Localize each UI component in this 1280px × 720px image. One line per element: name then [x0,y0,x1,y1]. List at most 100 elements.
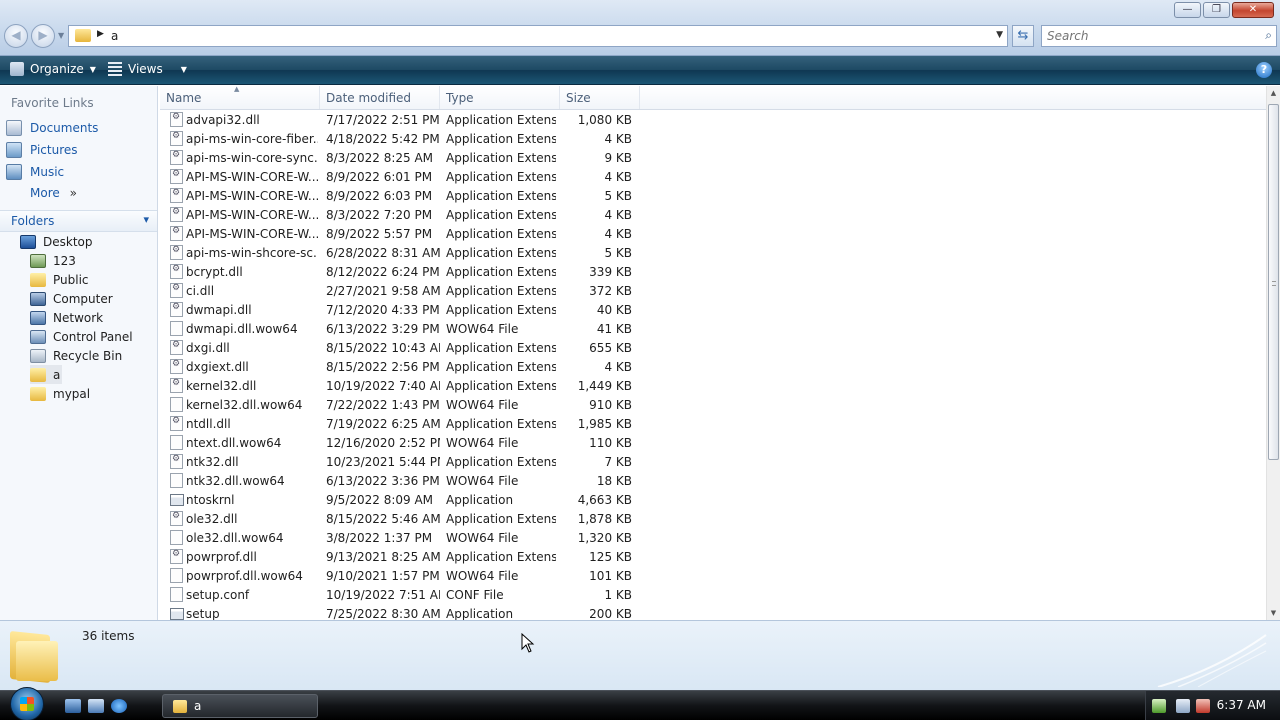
tree-item-mypal[interactable]: mypal [30,384,90,403]
tree-item-computer[interactable]: Computer [30,289,113,308]
file-row[interactable]: ole32.dll 8/15/2022 5:46 AM Application Ex… [160,509,640,528]
network-status-icon[interactable] [1176,699,1190,713]
file-row[interactable]: ntdll.dll 7/19/2022 6:25 AM Application Ex… [160,414,640,433]
forward-arrow-icon: ▶ [38,28,48,42]
details-pane: 36 items [0,620,1280,690]
recent-pages-dropdown[interactable]: ▼ [58,31,64,40]
scroll-thumb[interactable] [1268,104,1279,460]
column-header-type[interactable]: Type [440,86,560,109]
dll-icon [170,226,183,241]
file-date-modified: 7/12/2020 4:33 PM [326,303,440,317]
address-dropdown-icon[interactable]: ▼ [996,30,1003,40]
file-row[interactable]: api-ms-win-core-fiber... 4/18/2022 5:42 P… [160,129,640,148]
file-row[interactable]: API-MS-WIN-CORE-W... 8/9/2022 5:57 PM Appl… [160,224,640,243]
file-type: Application Extens... [446,170,556,184]
app-icon [170,494,184,506]
file-row[interactable]: ntoskrnl 9/5/2022 8:09 AM Application 4,663… [160,490,640,509]
help-button[interactable]: ? [1256,62,1272,78]
file-row[interactable]: powrprof.dll 9/13/2021 8:25 AM Application… [160,547,640,566]
column-header-name[interactable]: Name ▲ [160,86,320,109]
internet-explorer-icon[interactable] [111,699,127,713]
dll-icon [170,359,183,374]
file-row[interactable]: dxgi.dll 8/15/2022 10:43 AM Application Ex… [160,338,640,357]
file-row[interactable]: API-MS-WIN-CORE-W... 8/9/2022 6:01 PM Appl… [160,167,640,186]
close-button[interactable]: ✕ [1232,2,1274,18]
vertical-scrollbar[interactable]: ▲ ▼ [1266,86,1280,620]
file-row[interactable]: dwmapi.dll.wow64 6/13/2022 3:29 PM WOW64 F… [160,319,640,338]
file-row[interactable]: ntk32.dll 10/23/2021 5:44 PM Application E… [160,452,640,471]
favorite-music[interactable]: Music [6,162,154,182]
file-type: Application Extens... [446,132,556,146]
file-row[interactable]: dwmapi.dll 7/12/2020 4:33 PM Application E… [160,300,640,319]
views-button[interactable]: Views ▼ [108,62,187,76]
switch-windows-icon[interactable] [88,699,104,713]
column-header-size[interactable]: Size [560,86,640,109]
tree-item-123[interactable]: 123 [30,251,76,270]
minimize-button[interactable]: — [1174,2,1201,18]
volume-muted-icon[interactable] [1196,699,1210,713]
favorite-pictures[interactable]: Pictures [6,140,154,160]
file-row[interactable]: ole32.dll.wow64 3/8/2022 1:37 PM WOW64 Fil… [160,528,640,547]
file-date-modified: 6/13/2022 3:29 PM [326,322,440,336]
file-size: 1,080 KB [577,113,632,127]
file-type: Application Extens... [446,341,556,355]
file-row[interactable]: advapi32.dll 7/17/2022 2:51 PM Application… [160,110,640,129]
scroll-up-arrow-icon[interactable]: ▲ [1267,86,1280,100]
organize-label: Organize [30,62,84,76]
security-shield-icon[interactable] [1152,699,1166,713]
address-bar[interactable]: ▶ a ▼ [68,25,1008,47]
search-icon[interactable]: ⌕ [1265,28,1272,43]
search-box[interactable]: ⌕ [1041,25,1277,47]
file-row[interactable]: setup.conf 10/19/2022 7:51 AM CONF File 1 K… [160,585,640,604]
breadcrumb-separator-icon[interactable]: ▶ [97,29,104,39]
show-desktop-icon[interactable] [65,699,81,713]
organize-button[interactable]: Organize ▼ [10,62,96,76]
back-button[interactable]: ◀ [4,24,28,48]
favorite-documents[interactable]: Documents [6,118,154,138]
tree-item-recycle-bin[interactable]: Recycle Bin [30,346,122,365]
tree-label: Recycle Bin [53,348,123,363]
tree-item-a[interactable]: a [30,365,62,384]
tree-item-desktop[interactable]: Desktop [20,232,93,251]
file-icon [170,435,183,450]
tree-item-public[interactable]: Public [30,270,89,289]
file-row[interactable]: api-ms-win-core-sync... 8/3/2022 8:25 AM A… [160,148,640,167]
file-row[interactable]: bcrypt.dll 8/12/2022 6:24 PM Application E… [160,262,640,281]
file-name: powrprof.dll.wow64 [186,569,303,583]
column-header-date[interactable]: Date modified [320,86,440,109]
maximize-button[interactable]: ❐ [1203,2,1230,18]
dll-icon [170,416,183,431]
forward-button[interactable]: ▶ [31,24,55,48]
refresh-button[interactable]: ⇆ [1012,25,1034,47]
file-date-modified: 4/18/2022 5:42 PM [326,132,440,146]
file-icon [170,587,183,602]
file-date-modified: 2/27/2021 9:58 AM [326,284,440,298]
file-row[interactable]: setup 7/25/2022 8:30 AM Application 200 KB [160,604,640,620]
favorite-label: Documents [30,121,99,135]
more-favorites-link[interactable]: More » [30,186,77,200]
scroll-down-arrow-icon[interactable]: ▼ [1267,606,1280,620]
file-row[interactable]: ntk32.dll.wow64 6/13/2022 3:36 PM WOW64 Fi… [160,471,640,490]
file-row[interactable]: kernel32.dll.wow64 7/22/2022 1:43 PM WOW64… [160,395,640,414]
file-size: 655 KB [589,341,632,355]
file-list[interactable]: Name ▲ Date modified Type Size advapi32.… [160,86,1266,620]
file-row[interactable]: powrprof.dll.wow64 9/10/2021 1:57 PM WOW64… [160,566,640,585]
favorite-label: Music [30,165,65,179]
file-size: 4 KB [604,208,632,222]
file-row[interactable]: ntext.dll.wow64 12/16/2020 2:52 PM WOW64 F… [160,433,640,452]
taskbar-button-a[interactable]: a [162,694,318,718]
file-row[interactable]: ci.dll 2/27/2021 9:58 AM Application Exten… [160,281,640,300]
file-row[interactable]: API-MS-WIN-CORE-W... 8/3/2022 7:20 PM Appl… [160,205,640,224]
breadcrumb-a[interactable]: a [111,29,118,43]
search-input[interactable] [1042,26,1242,46]
file-row[interactable]: api-ms-win-shcore-sc... 6/28/2022 8:31 AM… [160,243,640,262]
start-button[interactable] [10,687,44,720]
file-row[interactable]: dxgiext.dll 8/15/2022 2:56 PM Application … [160,357,640,376]
file-type: WOW64 File [446,322,519,336]
file-row[interactable]: API-MS-WIN-CORE-W... 8/9/2022 6:03 PM Appl… [160,186,640,205]
tree-item-control-panel[interactable]: Control Panel [30,327,133,346]
clock[interactable]: 6:37 AM [1217,698,1266,712]
tree-item-network[interactable]: Network [30,308,103,327]
folders-header[interactable]: Folders ▾ [0,210,157,232]
file-row[interactable]: kernel32.dll 10/19/2022 7:40 AM Applicatio… [160,376,640,395]
